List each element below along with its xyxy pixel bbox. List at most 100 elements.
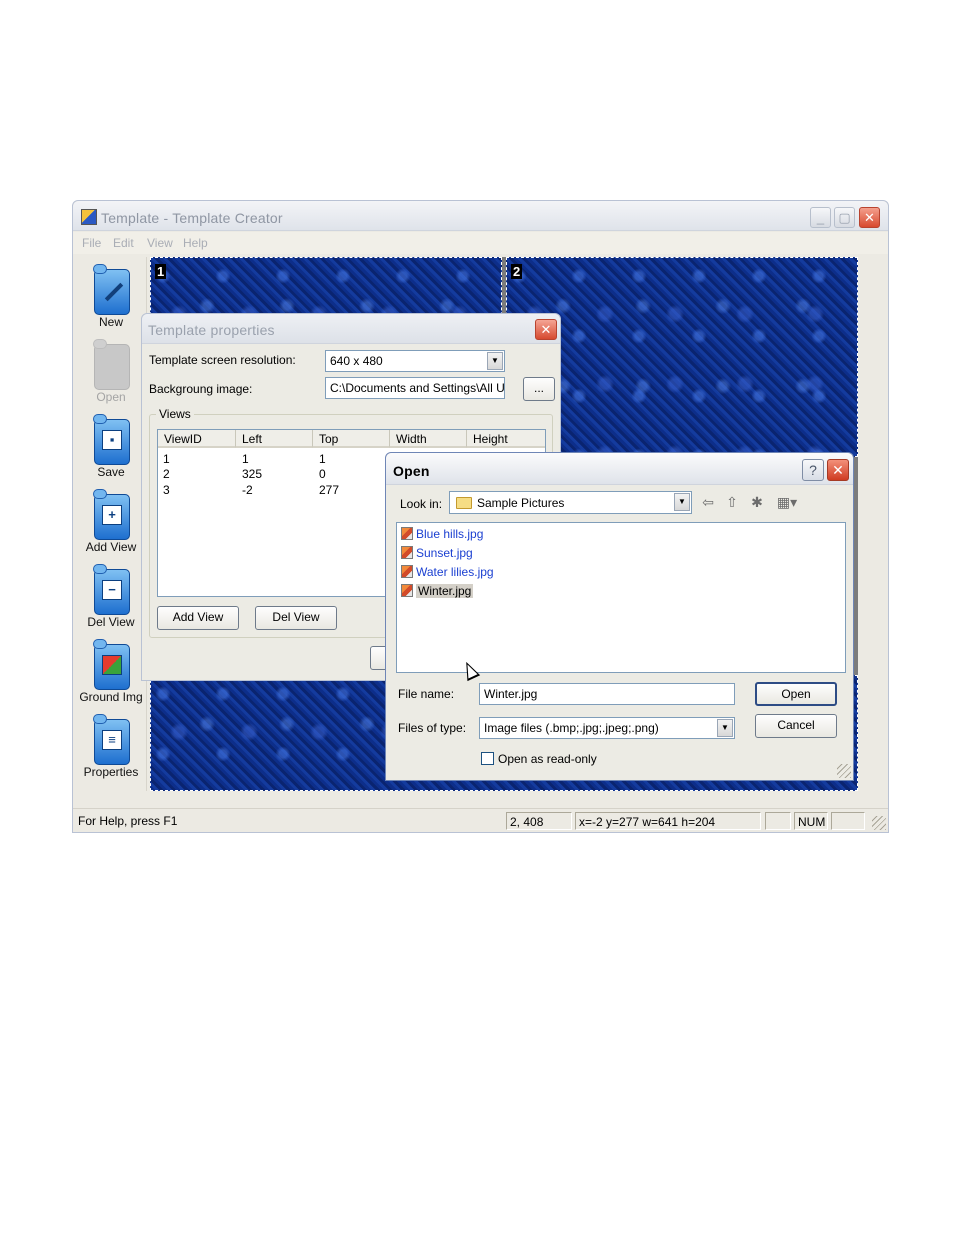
close-button[interactable]: ✕ (859, 207, 880, 228)
table-row-2-viewid[interactable]: 2 (163, 467, 170, 481)
dialog-resize-grip[interactable] (837, 764, 851, 778)
folder-icon (456, 497, 472, 509)
properties-button[interactable]: ≡ Properties (75, 707, 147, 779)
chevron-down-icon[interactable]: ▼ (674, 493, 690, 511)
close-icon: ✕ (540, 322, 552, 337)
cancel-button[interactable]: Cancel (755, 714, 837, 738)
files-of-type-value: Image files (.bmp;.jpg;.jpeg;.png) (484, 721, 659, 735)
look-in-label: Look in: (400, 497, 443, 511)
props-titlebar[interactable]: Template properties ✕ (142, 314, 560, 344)
open-button[interactable]: Open (755, 682, 837, 706)
save-disk-icon: ▪ (93, 414, 130, 465)
image-file-icon (401, 527, 413, 540)
new-pen-icon (93, 264, 130, 315)
new-button[interactable]: New (75, 257, 147, 329)
look-in-select[interactable]: Sample Pictures ▼ (449, 491, 692, 514)
close-icon: ✕ (832, 462, 844, 478)
views-group-title: Views (156, 407, 194, 421)
open-button[interactable]: Open (75, 332, 147, 404)
close-icon: ✕ (864, 210, 875, 225)
file-item-sunset[interactable]: Sunset.jpg (401, 546, 473, 563)
open-icon (93, 339, 130, 390)
ground-image-icon (93, 639, 130, 690)
chevron-down-icon[interactable]: ▼ (717, 719, 733, 737)
mouse-cursor-icon (459, 658, 481, 682)
menu-help[interactable]: Help (183, 236, 208, 250)
open-button-label: Open (96, 390, 126, 404)
background-image-field[interactable]: C:\Documents and Settings\All U (325, 377, 505, 399)
properties-icon: ≡ (93, 714, 130, 765)
file-item-winter[interactable]: Winter.jpg (401, 584, 474, 601)
resize-grip[interactable] (872, 816, 886, 830)
table-row-2-top: 0 (319, 467, 326, 481)
status-num-lock: NUM (794, 812, 828, 830)
props-close-button[interactable]: ✕ (535, 319, 557, 340)
toolbar: New Open ▪ Save + Add View − Del View Gr… (75, 257, 147, 791)
add-view-button[interactable]: + Add View (75, 482, 147, 554)
browse-button[interactable]: ... (523, 377, 555, 401)
del-view-dialog-button[interactable]: Del View (255, 606, 337, 630)
new-folder-icon[interactable]: ✱ (748, 493, 766, 511)
look-in-value: Sample Pictures (477, 496, 565, 510)
add-view-button-label: Add View (85, 540, 137, 554)
image-file-icon (401, 546, 413, 559)
menu-bar: File Edit View Help (73, 232, 888, 254)
ground-img-button-label: Ground Img (79, 690, 143, 704)
column-height[interactable]: Height (467, 430, 545, 448)
del-view-icon: − (93, 564, 130, 615)
minimize-button[interactable] (810, 207, 831, 228)
file-item-label: Blue hills.jpg (416, 527, 484, 541)
add-view-dialog-button[interactable]: Add View (157, 606, 239, 630)
file-name-input[interactable] (479, 683, 735, 705)
chevron-down-icon[interactable]: ▼ (487, 352, 503, 370)
view-1-number: 1 (155, 264, 167, 279)
view-menu-icon[interactable]: ▦▾ (774, 493, 800, 511)
files-of-type-label: Files of type: (398, 721, 467, 735)
column-width[interactable]: Width (390, 430, 467, 448)
column-left[interactable]: Left (236, 430, 313, 448)
main-titlebar[interactable]: Template - Template Creator ✕ (73, 201, 888, 231)
table-row-2-left: 325 (242, 467, 263, 481)
open-close-button[interactable]: ✕ (827, 459, 849, 481)
status-scroll-cell (831, 812, 865, 830)
properties-button-label: Properties (83, 765, 139, 779)
maximize-button[interactable] (834, 207, 855, 228)
resolution-label: Template screen resolution: (149, 353, 296, 367)
view-2-number: 2 (511, 264, 523, 279)
save-button-label: Save (97, 465, 125, 479)
menu-view[interactable]: View (147, 236, 173, 250)
column-top[interactable]: Top (313, 430, 390, 448)
read-only-label: Open as read-only (498, 752, 597, 766)
maximize-icon (835, 210, 854, 226)
table-row-3-top: 277 (319, 483, 340, 497)
table-row-1-viewid[interactable]: 1 (163, 452, 170, 466)
status-cursor-position: 2, 408 (506, 812, 572, 830)
resolution-select[interactable]: 640 x 480 ▼ (325, 350, 505, 372)
status-selection: x=-2 y=277 w=641 h=204 (575, 812, 761, 830)
new-button-label: New (98, 315, 123, 329)
ground-img-button[interactable]: Ground Img (75, 632, 147, 704)
minimize-icon (811, 210, 830, 225)
file-item-blue-hills[interactable]: Blue hills.jpg (401, 527, 483, 544)
file-name-label: File name: (398, 687, 455, 701)
del-view-button[interactable]: − Del View (75, 557, 147, 629)
window-title: Template - Template Creator (101, 210, 283, 226)
help-button[interactable]: ? (802, 459, 824, 481)
back-arrow-icon[interactable]: ⇦ (699, 493, 717, 511)
read-only-checkbox[interactable] (481, 752, 494, 765)
del-view-button-label: Del View (87, 615, 135, 629)
file-list[interactable]: Blue hills.jpg Sunset.jpg Water lilies.j… (396, 522, 846, 682)
column-viewid[interactable]: ViewID (158, 430, 236, 448)
file-item-water-lilies[interactable]: Water lilies.jpg (401, 565, 494, 582)
table-row-3-viewid[interactable]: 3 (163, 483, 170, 497)
background-image-label: Backgroung image: (149, 382, 253, 396)
up-folder-icon[interactable]: ⇧ (723, 493, 741, 511)
files-of-type-select[interactable]: Image files (.bmp;.jpg;.jpeg;.png) ▼ (479, 717, 735, 739)
menu-file[interactable]: File (82, 236, 101, 250)
status-empty-cell (765, 812, 791, 830)
status-help-text: For Help, press F1 (78, 814, 178, 828)
save-button[interactable]: ▪ Save (75, 407, 147, 479)
open-titlebar[interactable]: Open ? ✕ (386, 453, 853, 485)
menu-edit[interactable]: Edit (113, 236, 134, 250)
add-view-icon: + (93, 489, 130, 540)
